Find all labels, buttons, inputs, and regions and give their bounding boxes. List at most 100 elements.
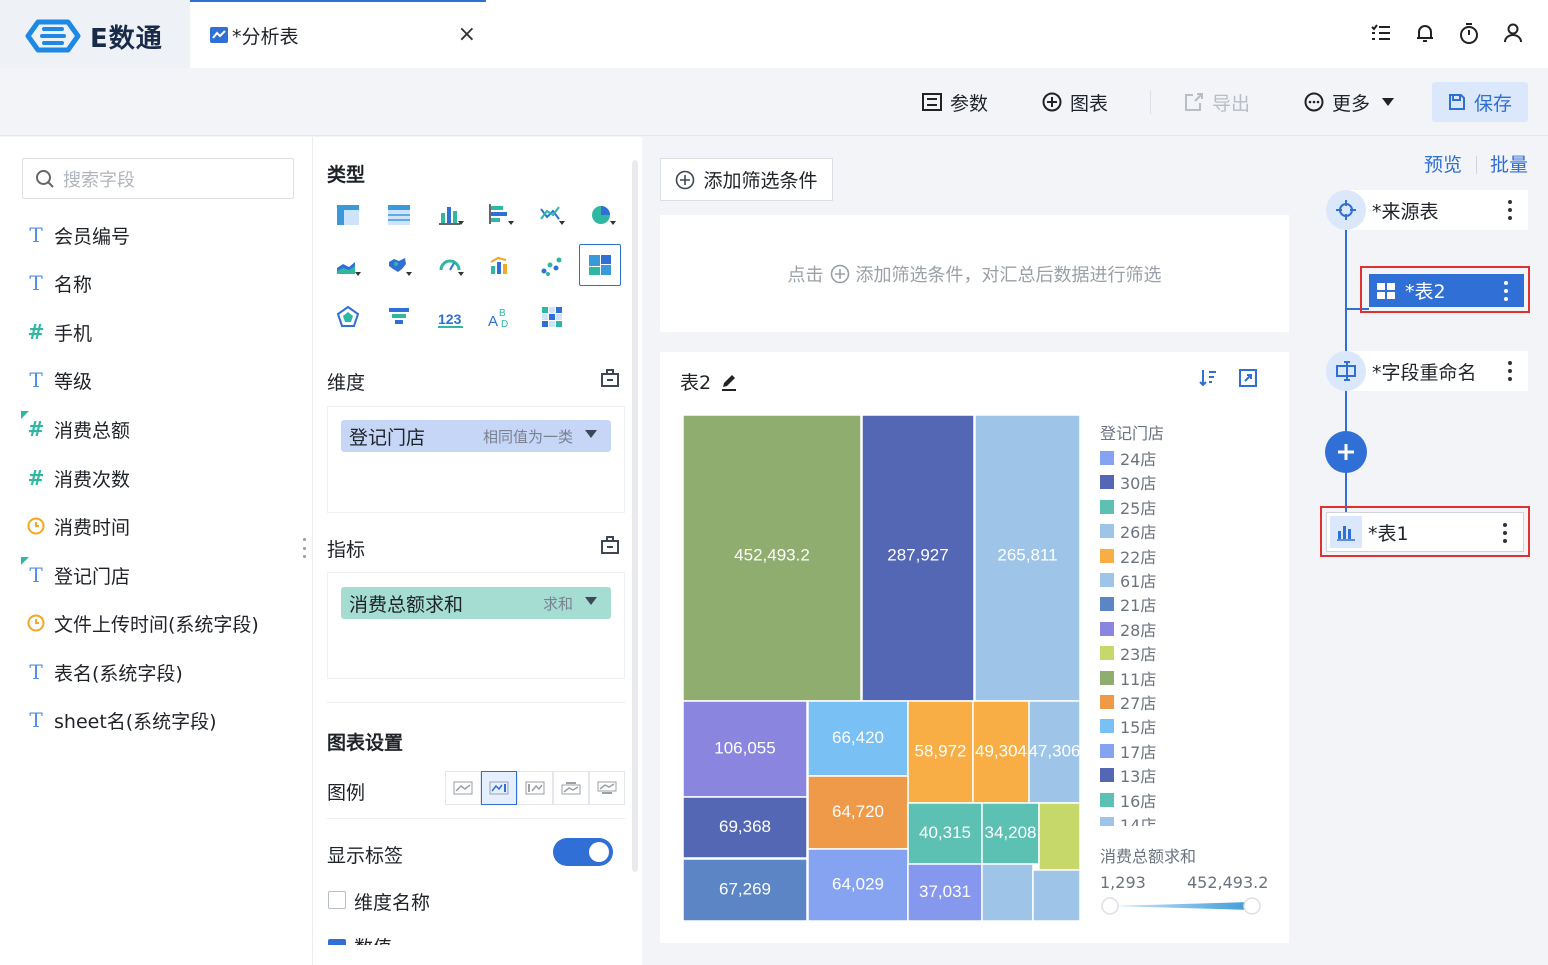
sort-icon[interactable] bbox=[1198, 368, 1218, 393]
legend-item[interactable]: 14店 bbox=[1100, 814, 1156, 826]
add-filter-button[interactable]: 添加筛选条件 bbox=[660, 158, 833, 201]
fullscreen-icon[interactable] bbox=[1238, 368, 1258, 393]
treemap-cell-small[interactable] bbox=[1038, 802, 1080, 871]
combo-chart-icon[interactable] bbox=[486, 251, 516, 281]
legend-item[interactable]: 11店 bbox=[1100, 668, 1156, 689]
legend-item[interactable]: 23店 bbox=[1100, 643, 1156, 664]
range-handle-max[interactable] bbox=[1243, 897, 1261, 915]
heatmap-chart-icon[interactable] bbox=[537, 302, 567, 332]
flow-node-table1[interactable]: *表1 bbox=[1326, 512, 1524, 552]
close-icon[interactable]: × bbox=[458, 22, 476, 47]
gauge-chart-icon[interactable] bbox=[436, 251, 466, 281]
dim-name-checkbox[interactable] bbox=[328, 891, 346, 909]
field-item[interactable]: Tsheet名(系统字段) bbox=[26, 705, 216, 735]
app-logo[interactable]: E数通 bbox=[24, 16, 163, 56]
field-item[interactable]: # 手机 bbox=[26, 317, 92, 347]
metric-settings-icon[interactable] bbox=[600, 535, 620, 560]
add-chart-button[interactable]: 图表 bbox=[1042, 86, 1108, 118]
flow-node-rename[interactable]: *字段重命名 bbox=[1326, 351, 1528, 391]
metric-pill[interactable]: 消费总额求和 求和 bbox=[341, 587, 611, 619]
filter-drop-area[interactable]: 点击 添加筛选条件，对汇总后数据进行筛选 bbox=[660, 215, 1289, 332]
calc-text-type-icon: T bbox=[21, 557, 46, 587]
bar-chart-icon[interactable] bbox=[436, 200, 466, 230]
treemap-chart-icon[interactable] bbox=[579, 244, 621, 286]
params-button[interactable]: 参数 bbox=[922, 86, 988, 118]
legend-left-option[interactable] bbox=[517, 771, 553, 805]
timer-icon[interactable] bbox=[1458, 20, 1480, 46]
field-item[interactable]: 消费时间 bbox=[26, 511, 130, 541]
legend-item[interactable]: 16店 bbox=[1100, 790, 1156, 811]
field-item[interactable]: # 消费总额 bbox=[21, 411, 130, 444]
legend-item[interactable]: 25店 bbox=[1100, 497, 1156, 518]
more-vertical-icon[interactable] bbox=[1503, 523, 1507, 543]
task-list-icon[interactable] bbox=[1370, 20, 1392, 46]
legend-item[interactable]: 28店 bbox=[1100, 619, 1156, 640]
detail-table-icon[interactable] bbox=[384, 200, 414, 230]
scrollbar[interactable] bbox=[632, 160, 638, 872]
field-item[interactable]: T 名称 bbox=[26, 268, 92, 298]
range-handle-min[interactable] bbox=[1101, 897, 1119, 915]
tab-analysis[interactable]: *分析表 × bbox=[190, 0, 486, 68]
table-chart-icon[interactable] bbox=[333, 200, 363, 230]
more-vertical-icon[interactable] bbox=[1508, 200, 1512, 220]
dropdown-arrow-icon[interactable] bbox=[585, 597, 597, 605]
radar-chart-icon[interactable] bbox=[333, 302, 363, 332]
legend-item[interactable]: 21店 bbox=[1100, 594, 1156, 615]
range-slider[interactable] bbox=[1098, 894, 1264, 918]
batch-link[interactable]: 批量 bbox=[1490, 150, 1528, 177]
field-item[interactable]: # 消费次数 bbox=[26, 463, 130, 493]
flow-node-table2[interactable]: *表2 bbox=[1369, 274, 1524, 307]
treemap-cell-small[interactable] bbox=[981, 863, 1034, 921]
legend-item[interactable]: 61店 bbox=[1100, 570, 1156, 591]
legend-item[interactable]: 22店 bbox=[1100, 546, 1156, 567]
treemap-cell-label: 64,720 bbox=[832, 802, 884, 821]
horizontal-bar-icon[interactable] bbox=[486, 200, 516, 230]
resize-handle[interactable] bbox=[303, 538, 307, 558]
edit-icon[interactable] bbox=[719, 372, 739, 392]
scatter-chart-icon[interactable] bbox=[537, 251, 567, 281]
user-icon[interactable] bbox=[1502, 20, 1524, 46]
dimension-pill[interactable]: 登记门店 相同值为一类 bbox=[341, 420, 611, 452]
field-item[interactable]: T 等级 bbox=[26, 365, 92, 395]
search-input[interactable]: 搜索字段 bbox=[22, 158, 294, 199]
show-label-toggle[interactable] bbox=[553, 838, 613, 866]
field-item[interactable]: 文件上传时间(系统字段) bbox=[26, 608, 259, 638]
field-item[interactable]: T 会员编号 bbox=[26, 220, 130, 250]
legend-item[interactable]: 26店 bbox=[1100, 521, 1156, 542]
save-button[interactable]: 保存 bbox=[1432, 82, 1528, 122]
dropdown-arrow-icon[interactable] bbox=[585, 430, 597, 438]
more-vertical-icon[interactable] bbox=[1508, 361, 1512, 381]
add-node-button[interactable] bbox=[1325, 431, 1367, 473]
legend-item[interactable]: 13店 bbox=[1100, 765, 1156, 786]
more-button[interactable]: 更多 bbox=[1304, 86, 1395, 118]
legend-none-option[interactable] bbox=[445, 771, 481, 805]
flow-node-source[interactable]: *来源表 bbox=[1326, 190, 1528, 230]
chart-title[interactable]: 表2 bbox=[680, 368, 711, 395]
plus-icon bbox=[1338, 444, 1354, 460]
pie-chart-icon[interactable] bbox=[588, 200, 618, 230]
treemap-cell-small[interactable] bbox=[1032, 869, 1080, 921]
legend-right-option[interactable] bbox=[481, 771, 517, 805]
legend-item[interactable]: 24店 bbox=[1100, 448, 1156, 469]
line-chart-icon[interactable] bbox=[537, 200, 567, 230]
dimension-settings-icon[interactable] bbox=[600, 368, 620, 393]
preview-link[interactable]: 预览 bbox=[1424, 150, 1462, 177]
area-chart-icon[interactable] bbox=[333, 251, 363, 281]
funnel-chart-icon[interactable] bbox=[384, 302, 414, 332]
field-item[interactable]: T 登记门店 bbox=[21, 557, 130, 590]
export-button[interactable]: 导出 bbox=[1184, 86, 1250, 118]
map-chart-icon[interactable] bbox=[384, 251, 414, 281]
legend-bottom-option[interactable] bbox=[589, 771, 625, 805]
word-cloud-icon[interactable]: ABD bbox=[486, 302, 516, 332]
kpi-number-icon[interactable]: 123 bbox=[436, 302, 466, 332]
legend-item[interactable]: 27店 bbox=[1100, 692, 1156, 713]
legend-top-option[interactable] bbox=[553, 771, 589, 805]
more-vertical-icon[interactable] bbox=[1504, 281, 1508, 301]
value-checkbox[interactable] bbox=[328, 939, 346, 945]
legend-item[interactable]: 15店 bbox=[1100, 716, 1157, 738]
legend-item[interactable]: 17店 bbox=[1100, 741, 1156, 762]
legend-item[interactable]: 30店 bbox=[1100, 472, 1156, 493]
legend-label: 15店 bbox=[1120, 718, 1157, 738]
bell-icon[interactable] bbox=[1414, 20, 1436, 46]
field-item[interactable]: T 表名(系统字段) bbox=[26, 657, 183, 687]
